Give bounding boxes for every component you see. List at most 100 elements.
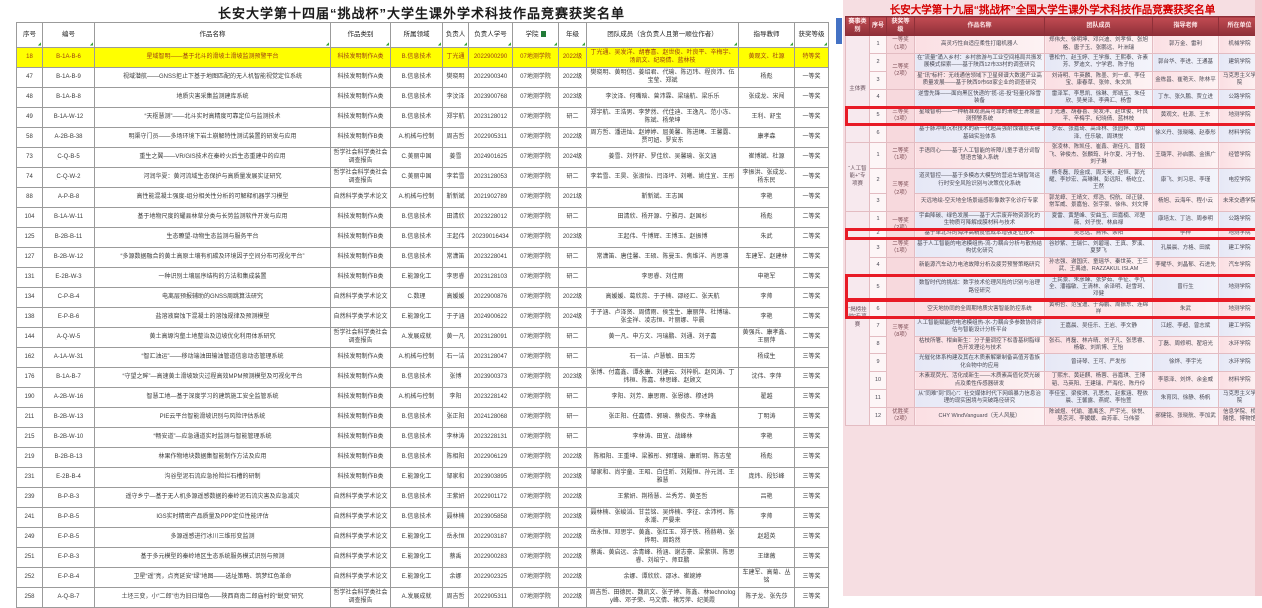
cell[interactable]: A-Q-B-7 xyxy=(43,588,95,608)
cell[interactable]: 127 xyxy=(17,248,43,268)
cell[interactable]: B-2B-W-10 xyxy=(43,428,95,448)
cell[interactable]: B.信息技术 xyxy=(391,228,443,248)
cell[interactable]: 基于地物尺度的耀县林草分类与长势监测软件开发与应用 xyxy=(95,208,331,228)
cell[interactable]: 20239016434 xyxy=(469,228,513,248)
work-title-cell[interactable]: 数智时代的挑战：数字技术伦理风险的识别与治理路径研究 xyxy=(915,275,1045,300)
cell[interactable]: B-1A-B-6 xyxy=(43,48,95,68)
cell[interactable]: 一等奖 xyxy=(795,188,829,208)
cell[interactable]: 科技发明制作B类 xyxy=(331,248,391,268)
work-title-cell[interactable]: 宇曲降碳、绿色发展——基于大宗废弃物资源化的生物质可降解成膜材料与技术 xyxy=(915,211,1045,229)
team-members-cell[interactable]: 雷泽军、李思凯、徐琳、郑靖玉、朱佳欣、吴昊泽、李典汇、杨雪 xyxy=(1045,89,1153,107)
cell[interactable]: 科技发明制作B类 xyxy=(331,448,391,468)
work-title-cell[interactable]: CHY WindVanguard（无人风艇） xyxy=(915,407,1045,425)
column-header[interactable]: 负责人学号 xyxy=(469,23,513,48)
advisors-cell[interactable]: 孔晨晨、方格、田斌 xyxy=(1153,239,1219,257)
column-header[interactable]: 赛事类别 xyxy=(846,17,870,36)
cell[interactable]: B-2B-B-11 xyxy=(43,228,95,248)
cell[interactable]: 2022900290 xyxy=(469,48,513,68)
cell[interactable]: 三等奖 xyxy=(795,488,829,508)
cell[interactable]: 岳永恒 xyxy=(443,528,469,548)
cell[interactable]: 4 xyxy=(870,257,887,275)
advisors-cell[interactable]: 黄观文、杜源、王东 xyxy=(1153,107,1219,125)
team-members-cell[interactable]: 黄明哲、范宝迪、于海鹏、周振东、连绵祥 xyxy=(1045,300,1153,318)
cell[interactable]: 陈相阳、王重坤、梁雅彤、郭瑾瑜、康昕玥、陈志莹 xyxy=(587,448,739,468)
cell[interactable]: 周吉哲 xyxy=(443,128,469,148)
cell[interactable]: B-P-B-5 xyxy=(43,508,95,528)
work-title-cell[interactable]: 逆雪先锋——面向黑区快递的“揽-运-投”轻量化除雪装备 xyxy=(915,89,1045,107)
cell[interactable]: 三等奖 xyxy=(795,448,829,468)
cell[interactable]: 赵超英 xyxy=(739,528,795,548)
cell[interactable]: 3 xyxy=(870,239,887,257)
column-header[interactable]: 作品名称 xyxy=(95,23,331,48)
cell[interactable]: A.机械与控制 xyxy=(391,388,443,408)
cell[interactable]: 田清欣、杨开源、宁雅月、赵国杉 xyxy=(587,208,739,228)
cell[interactable]: E.能源化工 xyxy=(391,468,443,488)
cell[interactable]: “天枢慧测”——北斗实时高精度可靠定位与监测技术 xyxy=(95,108,331,128)
table-row[interactable]: 258A-Q-B-7土坯三变，小“二郎”也为旧日增色——陕西商南二郎庙村的“蜕变… xyxy=(17,588,829,608)
advisors-cell[interactable]: 李耀华、刘晶郁、石进先 xyxy=(1153,257,1219,275)
table-row[interactable]: 138E-P-B-6盐溶液腐蚀下混凝土的溶蚀规律及预测模型自然科学类学术论文E.… xyxy=(17,308,829,328)
cell[interactable]: 10 xyxy=(870,372,887,390)
cell[interactable]: 11 xyxy=(870,390,887,408)
cell[interactable]: 田清欣 xyxy=(443,208,469,228)
cell[interactable]: 翟越 xyxy=(739,388,795,408)
cell[interactable]: 三等奖 xyxy=(795,528,829,548)
table-row[interactable]: 251E-P-B-3基于多元模型的秦岭地区生态系统服务模式识别与预测自然科学类学… xyxy=(17,548,829,568)
cell[interactable]: 2023128047 xyxy=(469,348,513,368)
cell[interactable]: 190 xyxy=(17,388,43,408)
cell[interactable]: 智慧工地—基于深度学习的建筑施工安全监管系统 xyxy=(95,388,331,408)
cell[interactable]: 重生之翼——VR/GIS技术在秦岭火后生态重建中的应用 xyxy=(95,148,331,168)
cell[interactable]: 盐溶液腐蚀下混凝土的溶蚀规律及预测模型 xyxy=(95,308,331,328)
cell[interactable]: 生态瞭望-动物生态监测与服务平台 xyxy=(95,228,331,248)
table-row[interactable]: 4三等奖（8项）新能源汽车动力电池故障分析及疲劳预警策略研究孙志强、谢国庆、童瑶… xyxy=(846,257,1261,275)
cell[interactable]: 二等奖 xyxy=(795,268,829,288)
cell[interactable]: 2022903187 xyxy=(469,528,513,548)
cell[interactable]: 2023128012 xyxy=(469,108,513,128)
work-title-cell[interactable]: 天远地绘-空天地全场景遥感影像数字化诊疗专家 xyxy=(915,193,1045,211)
cell[interactable]: 郑宇航 xyxy=(443,108,469,128)
award-level-cell[interactable]: 二等奖（1项） xyxy=(887,143,915,168)
cell[interactable]: 科技发明制作B类 xyxy=(331,408,391,428)
cell[interactable]: 李思睿、刘佳雨 xyxy=(587,268,739,288)
team-members-cell[interactable]: 曹松竹、赵玉婷、王学振、王熙泰、许素芳、罗迪文、宁学君、陈子怡 xyxy=(1045,54,1153,72)
cell[interactable]: 2023900768 xyxy=(469,88,513,108)
table-row[interactable]: 73C-Q-B-5重生之翼——VR/GIS技术在秦岭火后生态重建中的应用哲学社会… xyxy=(17,148,829,168)
cell[interactable]: E.能源化工 xyxy=(391,308,443,328)
cell[interactable]: C-Q-W-2 xyxy=(43,168,95,188)
cell[interactable]: 特等奖 xyxy=(795,48,829,68)
cell[interactable]: 高媛媛、葛欣蕊、于子楠、邵经汇、张天航 xyxy=(587,288,739,308)
cell[interactable]: B.信息技术 xyxy=(391,428,443,448)
cell[interactable]: 1 xyxy=(870,211,887,229)
cell[interactable]: 黄强兵、康孝鑫、王丽萍 xyxy=(739,328,795,348)
cell[interactable]: 三等奖 xyxy=(795,548,829,568)
cell[interactable]: 2022905311 xyxy=(469,128,513,148)
cell[interactable]: 07地测学院 xyxy=(513,88,559,108)
cell[interactable]: 07地测学院 xyxy=(513,488,559,508)
cell[interactable]: 8 xyxy=(870,336,887,354)
cell[interactable]: 2023级 xyxy=(559,228,587,248)
cell[interactable]: 姜雪 xyxy=(443,148,469,168)
cell[interactable]: A-2B-W-16 xyxy=(43,388,95,408)
table-row[interactable]: 58A-2B-B-38明渠守门员——多场环境下岩土崩解特性测试装置的研发与应用科… xyxy=(17,128,829,148)
cell[interactable]: 研二 xyxy=(559,428,587,448)
cell[interactable]: PIE云平台智能滑坡识别与风险评估系统 xyxy=(95,408,331,428)
table-row[interactable]: 主体赛1一等奖（1项）高灵巧性自适应柔性打磨机器人郑伟夫、徐明坤、邓兴迪、刘孝恒… xyxy=(846,36,1261,54)
cell[interactable]: 249 xyxy=(17,528,43,548)
team-members-cell[interactable]: 夏雷、黄楚峰、安曲玉、田嘉楠、邓楚薇、刘子悦、林启禄 xyxy=(1045,211,1153,229)
cell[interactable]: 科技发明制作A类 xyxy=(331,108,391,128)
table-row[interactable]: “揭榜挂帅”专项赛1一等奖（2项）宇曲降碳、绿色发展——基于大宗废弃物资源化的生… xyxy=(846,211,1261,229)
cell[interactable]: 自然科学类学术论文 xyxy=(331,548,391,568)
team-members-cell[interactable]: 孙志强、谢国庆、童瑶华、秦世英、王三武、王禹迪、RAZZAKUL ISLAM xyxy=(1045,257,1153,275)
award-level-cell[interactable]: 二等奖（2项） xyxy=(887,54,915,90)
cell[interactable]: 申艳军 xyxy=(739,268,795,288)
table-row[interactable]: 131E-2B-W-3一种识别土壤层序结构的方法和集成装置科技发明制作B类E.能… xyxy=(17,268,829,288)
cell[interactable]: B-1A-W-11 xyxy=(43,208,95,228)
cell[interactable]: 地质灾害采集监测建库系统 xyxy=(95,88,331,108)
cell[interactable]: 黄一凡、申方文、冯瑞鹏、刘通、刘子嘉 xyxy=(587,328,739,348)
cell[interactable]: 2022级 xyxy=(559,528,587,548)
cell[interactable]: 李艳 xyxy=(739,428,795,448)
work-title-cell[interactable]: 在“流量”涌入乡村：乡村旅游与工业空间格局共振发展模式探索——基于陕西12市33… xyxy=(915,54,1045,72)
cell[interactable]: E.能源化工 xyxy=(391,568,443,588)
cell[interactable]: 二等奖 xyxy=(795,208,829,228)
table-row[interactable]: “人工智能+”专项赛1二等奖（1项）手语同心——基于人工智能的听障儿童手语分词智… xyxy=(846,143,1261,168)
